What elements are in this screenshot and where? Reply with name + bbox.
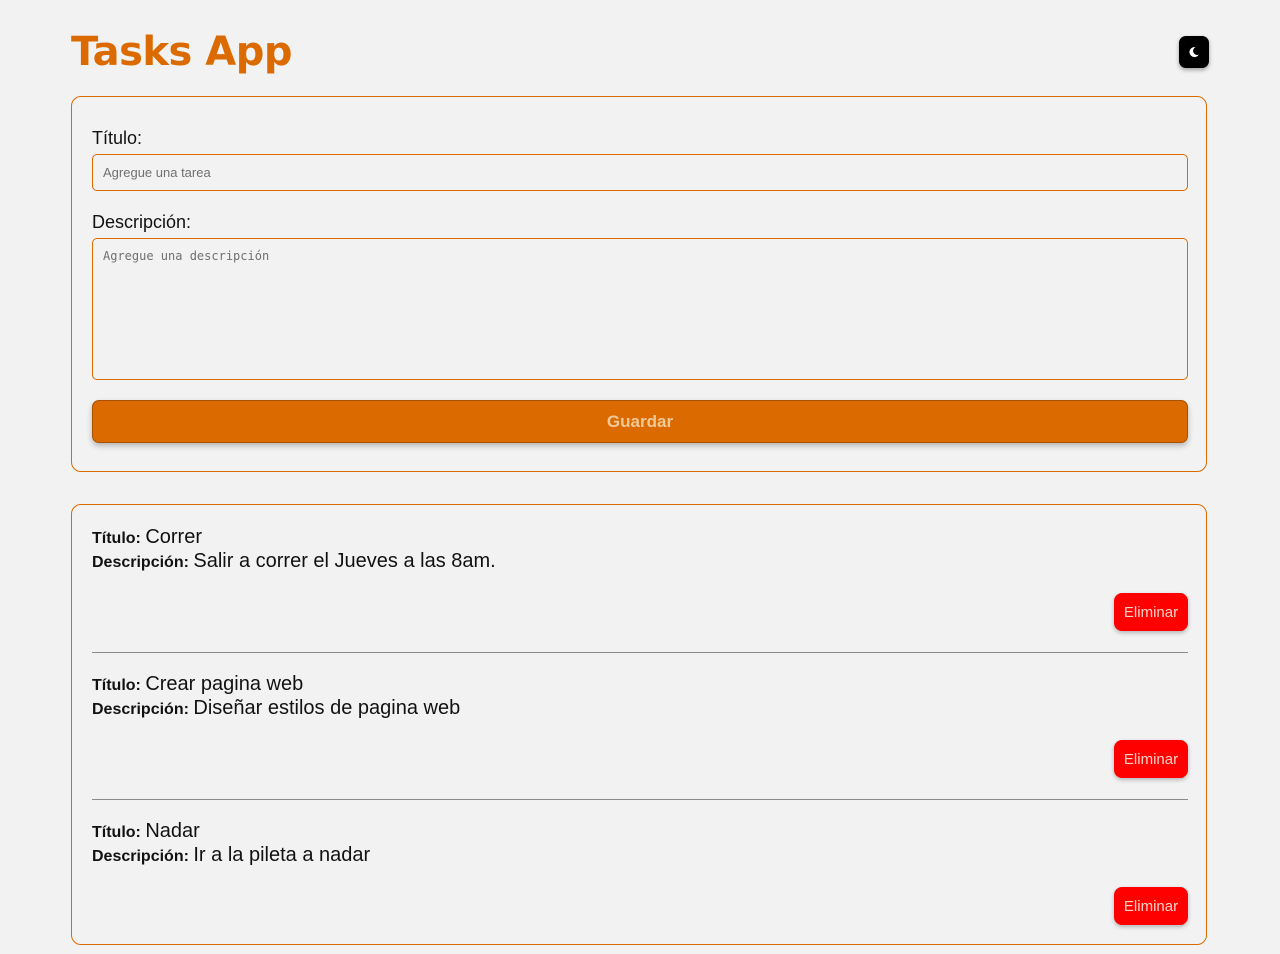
task-description-key: Descripción:: [92, 554, 189, 571]
task-title-line: Título: Correr: [92, 525, 202, 551]
theme-toggle-button[interactable]: [1179, 36, 1209, 68]
task-title-key: Título:: [92, 677, 141, 694]
task-description-line: Descripción: Salir a correr el Jueves a …: [92, 549, 496, 575]
app-title: Tasks App: [71, 29, 293, 75]
task-description-line: Descripción: Diseñar estilos de pagina w…: [92, 696, 460, 722]
task-title-line: Título: Nadar: [92, 819, 200, 845]
moon-icon: [1189, 47, 1199, 58]
task-title-key: Título:: [92, 530, 141, 547]
delete-button[interactable]: Eliminar: [1114, 740, 1188, 778]
task-description: Ir a la pileta a nadar: [193, 844, 371, 866]
title-label: Título:: [92, 128, 143, 148]
task-description-key: Descripción:: [92, 848, 189, 865]
task-title: Nadar: [145, 820, 200, 842]
task-title: Crear pagina web: [145, 673, 304, 695]
task-item: Título: Nadar Descripción: Ir a la pilet…: [92, 799, 1188, 946]
description-label: Descripción:: [92, 212, 192, 232]
task-form: Título: Descripción: Guardar: [71, 96, 1207, 472]
task-description-key: Descripción:: [92, 701, 189, 718]
task-title-key: Título:: [92, 824, 141, 841]
task-description: Salir a correr el Jueves a las 8am.: [193, 550, 496, 572]
description-textarea[interactable]: [92, 238, 1188, 380]
task-title-line: Título: Crear pagina web: [92, 672, 303, 698]
save-button[interactable]: Guardar: [92, 400, 1188, 443]
task-title: Correr: [145, 526, 202, 548]
task-description: Diseñar estilos de pagina web: [193, 697, 461, 719]
task-list: Título: Correr Descripción: Salir a corr…: [71, 504, 1207, 945]
task-item: Título: Correr Descripción: Salir a corr…: [92, 505, 1188, 653]
task-description-line: Descripción: Ir a la pileta a nadar: [92, 843, 370, 869]
task-item: Título: Crear pagina web Descripción: Di…: [92, 652, 1188, 800]
title-input[interactable]: [92, 154, 1188, 191]
delete-button[interactable]: Eliminar: [1114, 593, 1188, 631]
page: Tasks App Título: Descripción: Guardar T…: [0, 0, 1280, 954]
delete-button[interactable]: Eliminar: [1114, 887, 1188, 925]
